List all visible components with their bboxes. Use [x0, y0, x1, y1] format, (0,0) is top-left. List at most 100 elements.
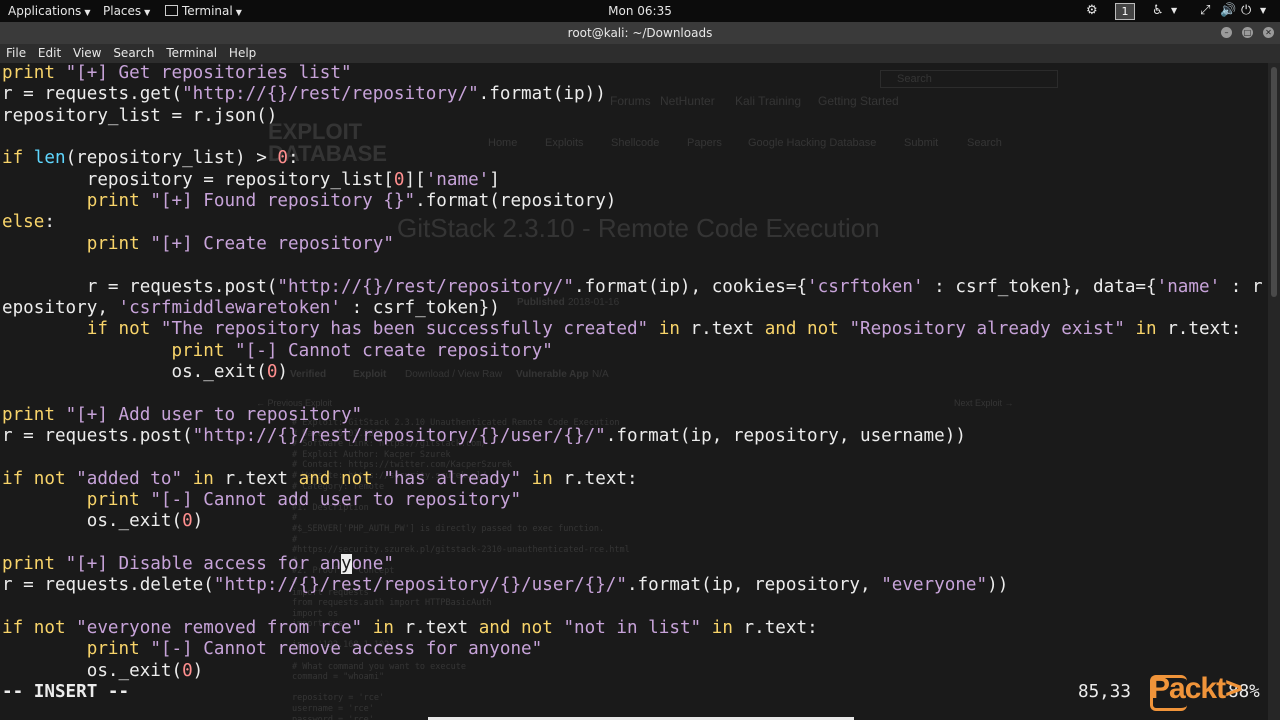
close-button[interactable]: ✕ [1263, 27, 1274, 38]
code-token: : [44, 212, 55, 232]
exploit-source-line: # [292, 534, 298, 545]
terminal-scrollbar[interactable] [1268, 63, 1280, 720]
code-token: "[-] Cannot add user to repository" [150, 490, 522, 510]
applications-menu[interactable]: Applications ▼ [8, 0, 90, 22]
chevron-down-icon: ▼ [1260, 6, 1267, 15]
volume-icon[interactable]: 🔊 [1220, 0, 1236, 22]
code-line: print "[+] Create repository" [2, 234, 394, 255]
minimize-button[interactable]: – [1221, 27, 1232, 38]
code-token: in [531, 469, 553, 489]
code-line: print "[-] Cannot add user to repository… [2, 490, 521, 511]
menu-terminal[interactable]: Terminal [166, 46, 217, 60]
chevron-down-icon: ▼ [235, 8, 242, 17]
code-token: "everyone" [881, 575, 988, 595]
code-line: os._exit(0) [2, 511, 204, 532]
exploit-source-line: # [292, 513, 298, 524]
network-icon[interactable]: ⚙ [1086, 0, 1098, 22]
code-token: and not [764, 319, 839, 339]
code-line: r = requests.post("http://{}/rest/reposi… [2, 277, 1263, 298]
nav-shellcode: Shellcode [611, 137, 660, 149]
code-token: os._exit( [2, 511, 183, 531]
code-token: "http://{}/rest/repository/{}/user/{}/" [192, 426, 606, 446]
code-token: print [86, 490, 140, 510]
code-token: if [2, 148, 24, 168]
menu-search[interactable]: Search [113, 46, 154, 60]
clock[interactable]: Mon 06:35 [608, 4, 672, 18]
code-token: r.text [679, 319, 765, 339]
menu-file[interactable]: File [6, 46, 26, 60]
top-panel: Applications ▼ Places ▼ Terminal ▼ Mon 06:3… [0, 0, 1280, 22]
code-token: : [288, 148, 299, 168]
code-token: 0 [266, 362, 278, 382]
terminal-app-menu[interactable]: Terminal ▼ [165, 0, 242, 22]
code-token: else [2, 212, 45, 232]
cursor-position: 85,33 [1078, 682, 1131, 702]
vim-statusline: -- INSERT -- 85,33 88% [0, 682, 1268, 703]
code-token: print [2, 63, 55, 83]
code-token: 0 [277, 148, 289, 168]
code-token: print [2, 554, 55, 574]
nav-search: Search [967, 137, 1002, 149]
code-token: repository = repository_list[ [2, 170, 394, 190]
wired-network-icon[interactable]: ⤢ [1200, 0, 1210, 22]
places-menu[interactable]: Places ▼ [103, 0, 150, 22]
code-line: if not "The repository has been successf… [2, 319, 1242, 340]
exploit-page-title: GitStack 2.3.10 - Remote Code Execution [397, 213, 880, 243]
packt-watermark: Packt> [1150, 672, 1243, 705]
code-token: repository_list = r.json() [2, 106, 278, 126]
code-token: ) [192, 661, 204, 681]
terminal-menubar: File Edit View Search Terminal Help [0, 44, 1280, 63]
code-token: .format(ip, repository, username)) [605, 426, 966, 446]
code-token: "The repository has been successfully cr… [160, 319, 649, 339]
terminal-view[interactable]: Search Forums NetHunter Kali Training Ge… [0, 63, 1268, 720]
code-token: "everyone removed from rce" [76, 618, 363, 638]
nav-home: Home [488, 137, 518, 149]
maximize-button[interactable]: □ [1242, 27, 1253, 38]
code-token: 'csrftoken' [807, 277, 924, 297]
exploit-label: Exploit [353, 369, 387, 380]
accessibility-icon[interactable]: ♿ [1152, 0, 1164, 22]
menu-help[interactable]: Help [229, 46, 256, 60]
code-token: (repository_list) > [65, 148, 278, 168]
code-token: 0 [182, 511, 193, 531]
code-token: print [86, 639, 140, 659]
code-token: and not [298, 469, 373, 489]
scrollbar-thumb[interactable] [1271, 67, 1277, 297]
published-value: 2018-01-16 [568, 297, 620, 308]
code-token: and not [478, 618, 553, 638]
code-token: "http://{}/rest/repository/" [182, 84, 479, 104]
code-token: os._exit( [2, 661, 183, 681]
code-token: "[+] Add user to repository" [65, 405, 363, 425]
places-label: Places [103, 4, 142, 18]
code-token: print [2, 405, 55, 425]
code-token: "not in list" [563, 618, 702, 638]
code-token: .format(ip, repository, [626, 575, 882, 595]
applications-label: Applications [8, 4, 82, 18]
code-line: print "[-] Cannot remove access for anyo… [2, 639, 542, 660]
code-token: in [658, 319, 680, 339]
code-token: : csrf_token}) [340, 298, 500, 318]
power-icon[interactable]: ⏻ [1241, 0, 1251, 22]
terminal-app-label: Terminal [182, 4, 233, 18]
code-token: r.text: [732, 618, 818, 638]
vulnerable-app-value: N/A [592, 369, 609, 380]
code-token: print [171, 341, 225, 361]
workspace-indicator[interactable]: 1 [1115, 3, 1135, 20]
next-exploit-link: Next Exploit → [954, 398, 1014, 408]
code-token: r.text: [552, 469, 638, 489]
menu-view[interactable]: View [73, 46, 101, 60]
window-titlebar[interactable]: root@kali: ~/Downloads – □ ✕ [0, 22, 1280, 44]
menu-edit[interactable]: Edit [38, 46, 61, 60]
code-line: r = requests.post("http://{}/rest/reposi… [2, 426, 966, 447]
download-label: Download / View Raw [405, 369, 503, 380]
exploit-source-line: from requests.auth import HTTPBasicAuth [292, 598, 492, 609]
code-token: "[+] Create repository" [150, 234, 394, 254]
exploit-source-line: username = 'rce' [292, 704, 374, 715]
